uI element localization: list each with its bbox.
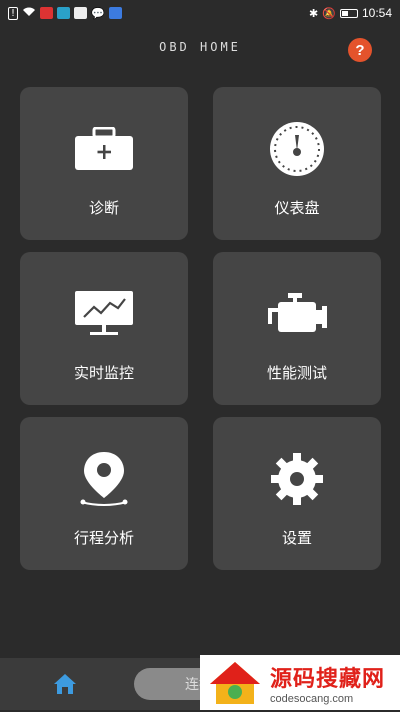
wechat-icon: 💬 <box>91 6 105 20</box>
watermark-url: codesocang.com <box>270 692 354 705</box>
tile-label: 诊断 <box>88 199 119 217</box>
watermark-title: 源码搜藏网 <box>270 666 386 692</box>
watermark: 源码搜藏网 codesocang.com <box>200 655 400 710</box>
watermark-text: 源码搜藏网 codesocang.com <box>270 661 385 705</box>
status-time: 10:54 <box>361 6 392 20</box>
status-icons-right: ✱ 🔕 10:54 <box>309 6 392 20</box>
tile-label: 实时监控 <box>73 364 134 382</box>
gauge-icon <box>265 119 329 179</box>
battery-icon <box>339 8 358 18</box>
app-notification-icon <box>57 7 71 19</box>
tile-label: 设置 <box>281 529 312 547</box>
mail-icon <box>74 7 88 19</box>
bluetooth-icon: ✱ <box>309 6 319 20</box>
tile-label: 行程分析 <box>73 529 134 547</box>
app-notification-icon <box>40 7 54 19</box>
gear-icon <box>265 449 329 509</box>
watermark-logo <box>206 658 264 708</box>
tile-performance-test[interactable]: 性能测试 <box>213 252 381 405</box>
app-title: OBD HOME <box>159 40 241 54</box>
tile-trip-analysis[interactable]: 行程分析 <box>20 417 188 570</box>
mute-icon: 🔕 <box>322 6 336 20</box>
home-icon <box>54 674 76 694</box>
location-pin-icon <box>72 449 136 509</box>
tile-dashboard[interactable]: 仪表盘 <box>213 87 381 240</box>
engine-icon <box>265 284 329 344</box>
status-icons-left: ! 💬 <box>8 6 122 20</box>
app-notification-icon <box>108 7 122 19</box>
home-tab[interactable] <box>52 672 78 700</box>
help-button[interactable]: ? <box>348 38 372 62</box>
tile-settings[interactable]: 设置 <box>213 417 381 570</box>
status-bar: ! 💬 ✱ 🔕 10:54 <box>0 0 400 26</box>
monitor-chart-icon <box>72 284 136 344</box>
toolbox-icon <box>72 119 136 179</box>
tile-diagnosis[interactable]: 诊断 <box>20 87 188 240</box>
tile-label: 仪表盘 <box>274 199 320 217</box>
tile-label: 性能测试 <box>266 364 327 382</box>
notification-icon: ! <box>8 6 19 20</box>
wifi-icon <box>22 6 36 20</box>
tile-live-monitor[interactable]: 实时监控 <box>20 252 188 405</box>
